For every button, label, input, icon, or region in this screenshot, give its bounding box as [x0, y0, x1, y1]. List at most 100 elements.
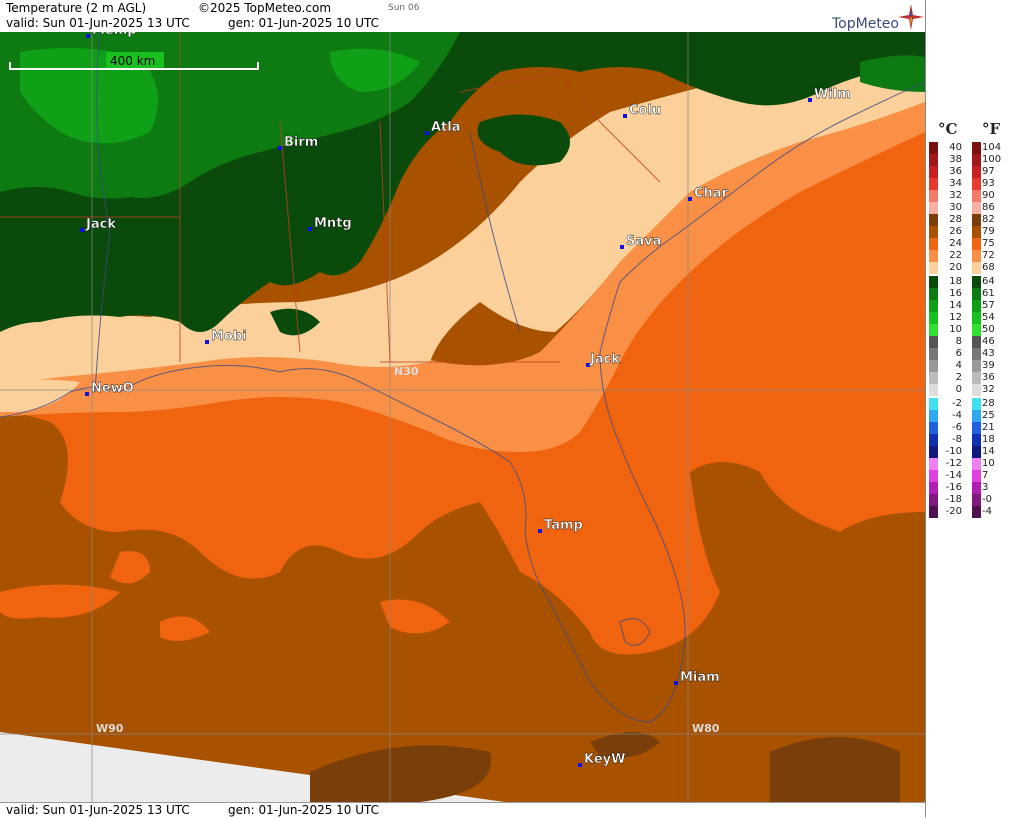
legend-swatch [929, 214, 938, 226]
legend-row: 38 100 [926, 154, 1017, 166]
legend-swatch [972, 348, 981, 360]
legend-fahrenheit-value: 90 [982, 190, 995, 201]
city-marker-icon [674, 681, 678, 685]
legend-swatch [929, 324, 938, 336]
legend-swatch [972, 288, 981, 300]
legend-row: 28 82 [926, 214, 1017, 226]
legend-swatch [929, 238, 938, 250]
legend-row: -12 10 [926, 458, 1017, 470]
legend-fahrenheit-value: 3 [982, 482, 989, 493]
legend-row: 14 57 [926, 300, 1017, 312]
legend-fahrenheit-value: 79 [982, 226, 995, 237]
legend-row: 6 43 [926, 348, 1017, 360]
legend-swatch [929, 336, 938, 348]
legend-swatch [972, 154, 981, 166]
legend-fahrenheit-value: 93 [982, 178, 995, 189]
grid-label-n30: N30 [394, 365, 419, 378]
legend-swatch [929, 470, 938, 482]
legend-fahrenheit-value: 64 [982, 276, 995, 287]
legend-fahrenheit-value: 7 [982, 470, 989, 481]
city-tamp[interactable]: Tamp [538, 518, 583, 533]
legend-swatch [972, 324, 981, 336]
city-label: Birm [284, 135, 318, 150]
legend-row: 30 86 [926, 202, 1017, 214]
footer-bar: valid: Sun 01-Jun-2025 13 UTC gen: 01-Ju… [0, 802, 925, 818]
legend-swatch [972, 434, 981, 446]
city-marker-icon [578, 763, 582, 767]
legend-fahrenheit-value: -4 [982, 506, 992, 517]
legend-swatch [929, 410, 938, 422]
city-marker-icon [205, 340, 209, 344]
legend-swatch [972, 214, 981, 226]
legend-row: 10 50 [926, 324, 1017, 336]
legend-swatch [972, 446, 981, 458]
legend-fahrenheit-value: 32 [982, 384, 995, 395]
copyright: ©2025 TopMeteo.com [198, 1, 332, 15]
city-marker-icon [86, 34, 90, 38]
city-label: Colu [629, 103, 661, 118]
city-marker-icon [425, 131, 429, 135]
city-mntg[interactable]: Mntg [308, 216, 352, 231]
city-wilm[interactable]: Wilm [808, 87, 851, 102]
legend-swatch [972, 458, 981, 470]
city-label: Jack [85, 217, 116, 232]
legend-fahrenheit-value: 97 [982, 166, 995, 177]
legend-row: 2 36 [926, 372, 1017, 384]
legend-swatch [929, 202, 938, 214]
city-newo[interactable]: NewO [85, 381, 134, 396]
city-label: Wilm [814, 87, 851, 102]
legend-fahrenheit-value: 57 [982, 300, 995, 311]
city-colu[interactable]: Colu [623, 103, 661, 118]
legend-swatch [972, 178, 981, 190]
legend-row: 36 97 [926, 166, 1017, 178]
legend-swatch [972, 226, 981, 238]
legend-fahrenheit-value: 75 [982, 238, 995, 249]
legend-swatch [929, 142, 938, 154]
city-sava[interactable]: Sava [620, 234, 662, 249]
legend-swatch [972, 410, 981, 422]
city-marker-icon [620, 245, 624, 249]
legend-swatch [972, 238, 981, 250]
legend-row: 16 61 [926, 288, 1017, 300]
legend-fahrenheit-value: 21 [982, 422, 995, 433]
city-miam[interactable]: Miam [674, 670, 720, 685]
grid-label-w80: W80 [692, 722, 720, 735]
city-mobi[interactable]: Mobi [205, 329, 247, 344]
legend-row: 24 75 [926, 238, 1017, 250]
legend-swatch [929, 154, 938, 166]
legend-swatch [929, 506, 938, 518]
legend-fahrenheit-value: 14 [982, 446, 995, 457]
legend-swatch [929, 458, 938, 470]
legend-swatch [929, 166, 938, 178]
city-memp[interactable]: Memp [86, 32, 137, 38]
city-jack[interactable]: Jack [80, 217, 117, 232]
city-atla[interactable]: Atla [425, 120, 461, 135]
legend-swatch [972, 312, 981, 324]
city-birm[interactable]: Birm [278, 135, 319, 150]
legend-swatch [972, 494, 981, 506]
legend-swatch [972, 166, 981, 178]
legend-row: -16 3 [926, 482, 1017, 494]
legend-row: 40 104 [926, 142, 1017, 154]
map-title: Temperature (2 m AGL) [6, 1, 147, 15]
legend-row: -6 21 [926, 422, 1017, 434]
city-keyw[interactable]: KeyW [578, 752, 626, 767]
city-char[interactable]: Char [688, 186, 729, 201]
legend-row: 22 72 [926, 250, 1017, 262]
topmeteo-logo: TopMeteo [832, 16, 899, 32]
day-tab[interactable]: Sun 06 [388, 3, 419, 13]
legend-swatch [929, 348, 938, 360]
legend-swatch [929, 276, 938, 288]
temperature-map[interactable]: 400 km N30 W90 W80 Memp Wilm Colu Atla Birm C… [0, 32, 925, 802]
city-jack-fl[interactable]: Jack [586, 352, 621, 367]
legend-swatch [929, 434, 938, 446]
legend-fahrenheit-value: 72 [982, 250, 995, 261]
legend-swatch [929, 288, 938, 300]
legend-fahrenheit-value: 28 [982, 398, 995, 409]
city-label: Miam [680, 670, 720, 685]
legend-row: 32 90 [926, 190, 1017, 202]
legend-fahrenheit-value: 39 [982, 360, 995, 371]
legend-row: 12 54 [926, 312, 1017, 324]
legend-row: -10 14 [926, 446, 1017, 458]
legend-swatch [972, 398, 981, 410]
